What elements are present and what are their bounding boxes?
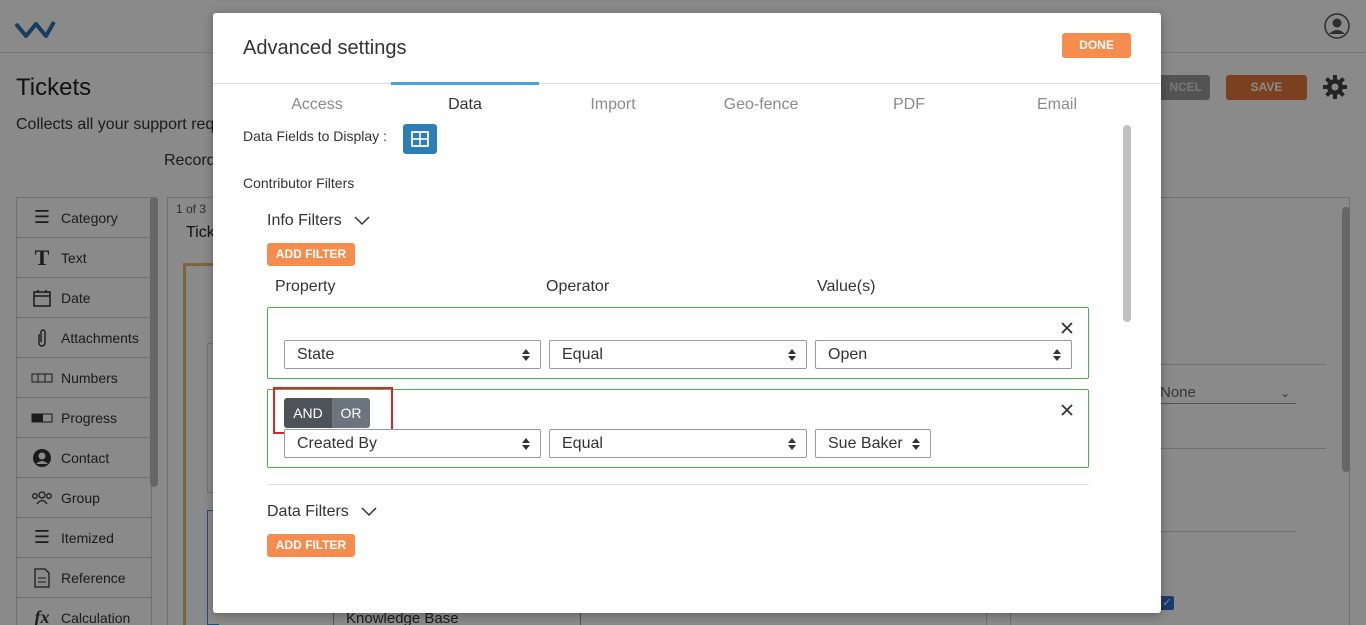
column-header-values: Value(s) — [817, 278, 876, 295]
property-select[interactable]: Created By — [284, 429, 541, 458]
operator-select[interactable]: Equal — [549, 429, 807, 458]
sort-arrows-icon — [522, 438, 530, 450]
header-divider — [213, 83, 1161, 84]
property-select[interactable]: State — [284, 340, 541, 369]
tab-data[interactable]: Data — [391, 96, 539, 114]
property-select-value: Created By — [297, 435, 378, 452]
operator-select[interactable]: Equal — [549, 340, 807, 369]
value-select[interactable]: Sue Baker — [815, 429, 931, 458]
highlight-box — [273, 387, 393, 434]
data-filters-title: Data Filters — [267, 503, 349, 520]
info-filters-title: Info Filters — [267, 212, 342, 229]
section-divider — [267, 484, 1089, 485]
tab-geo-fence[interactable]: Geo-fence — [687, 96, 835, 114]
column-header-operator: Operator — [546, 278, 610, 295]
tab-access[interactable]: Access — [243, 96, 391, 114]
property-select-value: State — [297, 346, 335, 363]
chevron-down-icon — [361, 507, 377, 517]
select-fields-button[interactable] — [403, 124, 437, 154]
add-info-filter-button[interactable]: ADD FILTER — [267, 243, 355, 266]
sort-arrows-icon — [788, 349, 796, 361]
operator-select-value: Equal — [562, 435, 603, 452]
active-tab-indicator — [391, 82, 539, 85]
tab-import[interactable]: Import — [539, 96, 687, 114]
close-icon[interactable] — [1060, 321, 1074, 335]
tab-email[interactable]: Email — [983, 96, 1131, 114]
sort-arrows-icon — [1053, 349, 1061, 361]
value-select-value: Open — [828, 346, 868, 363]
add-data-filter-button[interactable]: ADD FILTER — [267, 534, 355, 557]
sort-arrows-icon — [522, 349, 530, 361]
value-select-value: Sue Baker — [828, 435, 903, 452]
contributor-filters-label: Contributor Filters — [243, 175, 355, 191]
info-filters-toggle[interactable]: Info Filters — [267, 212, 370, 230]
data-filters-toggle[interactable]: Data Filters — [267, 503, 377, 521]
advanced-settings-modal: Advanced settings DONE Access Data Impor… — [213, 13, 1161, 613]
chevron-down-icon — [354, 216, 370, 226]
sort-arrows-icon — [788, 438, 796, 450]
column-header-property: Property — [275, 278, 336, 295]
operator-select-value: Equal — [562, 346, 603, 363]
modal-title: Advanced settings — [243, 37, 407, 59]
data-fields-label: Data Fields to Display : — [243, 128, 387, 144]
close-icon[interactable] — [1060, 403, 1074, 417]
value-select[interactable]: Open — [815, 340, 1072, 369]
sort-arrows-icon — [912, 438, 920, 450]
modal-scrollbar[interactable] — [1123, 125, 1131, 322]
tab-pdf[interactable]: PDF — [835, 96, 983, 114]
done-button[interactable]: DONE — [1062, 33, 1131, 58]
grid-icon — [411, 131, 429, 147]
